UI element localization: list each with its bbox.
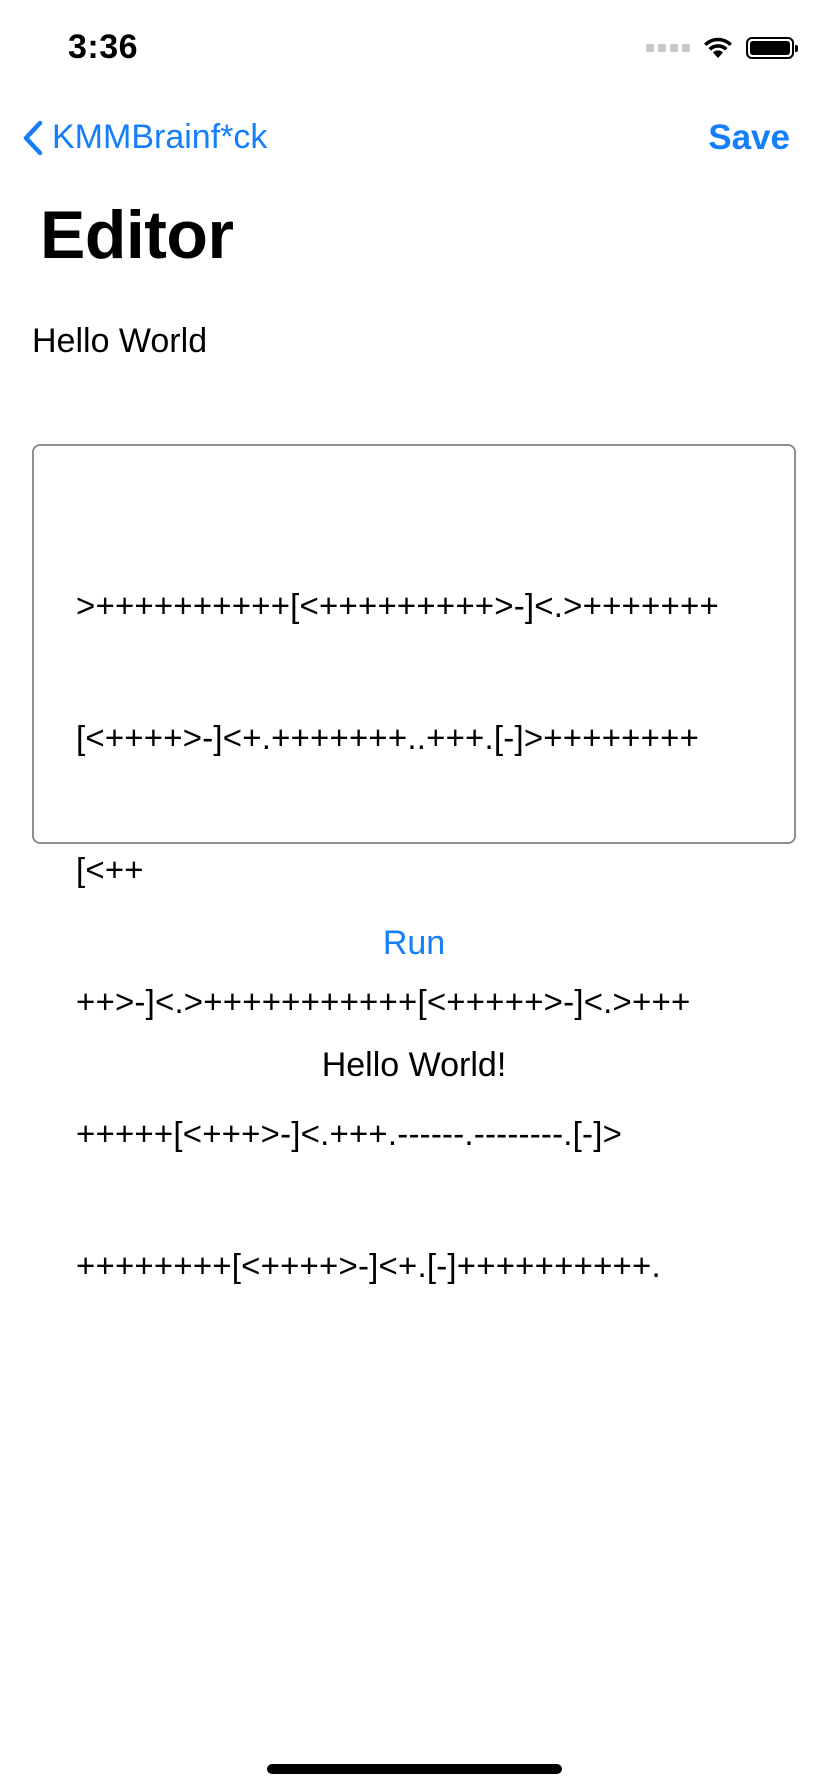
save-button[interactable]: Save xyxy=(708,118,790,158)
signal-icon xyxy=(646,44,690,52)
battery-icon xyxy=(746,37,798,59)
back-button-label: KMMBrainf*ck xyxy=(52,118,268,156)
home-indicator[interactable] xyxy=(267,1764,562,1774)
code-line: [<++ xyxy=(76,851,144,888)
code-line: ++++++++[<++++>-]<+.[-]++++++++++. xyxy=(76,1247,661,1284)
program-name-field[interactable]: Hello World xyxy=(32,322,207,361)
code-line: [<++++>-]<+.+++++++..+++.[-]>++++++++ xyxy=(76,719,700,756)
status-time: 3:36 xyxy=(68,28,139,66)
code-line: +++++[<+++>-]<.+++.------.--------.[-]> xyxy=(76,1115,623,1152)
page-title: Editor xyxy=(40,197,234,273)
code-editor[interactable]: >++++++++++[<+++++++++>-]<.>+++++++ [<++… xyxy=(32,444,796,1284)
back-button[interactable]: KMMBrainf*ck xyxy=(22,118,267,157)
output-text: Hello World! xyxy=(321,1046,507,1084)
status-icons xyxy=(646,36,798,60)
wifi-icon xyxy=(704,37,732,58)
chevron-left-icon xyxy=(23,120,43,155)
code-line: ++>-]<.>+++++++++++[<+++++>-]<.>+++ xyxy=(76,983,691,1020)
code-line: >++++++++++[<+++++++++>-]<.>+++++++ xyxy=(76,587,719,624)
run-button[interactable]: Run xyxy=(0,924,828,963)
